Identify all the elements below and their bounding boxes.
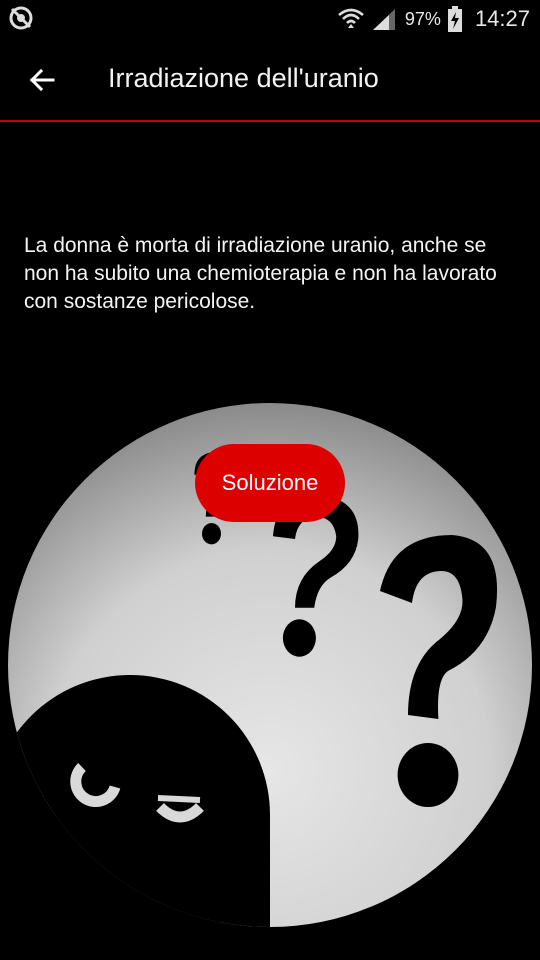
page-title: Irradiazione dell'uranio xyxy=(108,63,379,93)
app-notification-icon xyxy=(9,6,33,30)
app-bar: Irradiazione dell'uranio xyxy=(0,38,540,122)
arrow-left-icon xyxy=(29,68,55,92)
solution-button[interactable]: Soluzione xyxy=(195,444,345,522)
battery-percentage: 97% xyxy=(404,8,441,29)
status-bar: 97% 14:27 xyxy=(0,0,540,38)
signal-icon xyxy=(372,9,395,30)
back-button[interactable] xyxy=(20,60,64,100)
shadow-creature xyxy=(8,675,270,927)
riddle-text: La donna è morta di irradiazione uranio,… xyxy=(24,234,497,313)
wifi-icon xyxy=(338,8,364,28)
battery-charging-icon xyxy=(447,6,462,32)
clock: 14:27 xyxy=(474,6,530,31)
